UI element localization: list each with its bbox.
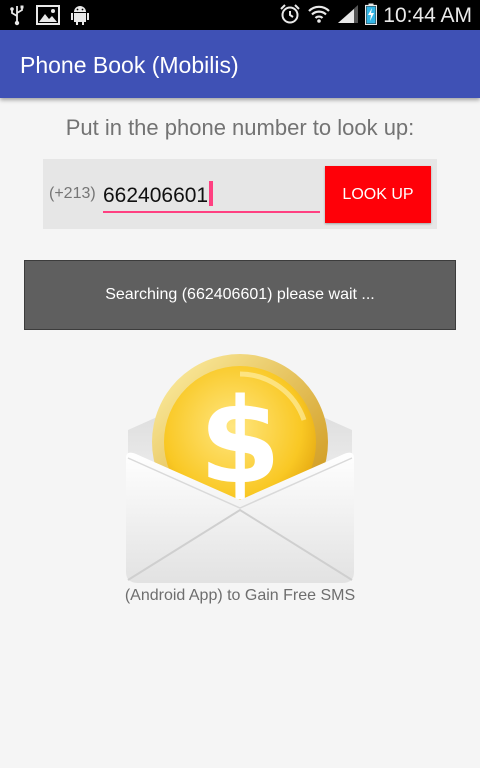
status-bar: 10:44 AM [0,0,480,30]
country-prefix: (+213) [49,185,96,202]
battery-charging-icon [365,3,378,29]
image-icon [36,5,60,29]
search-status-message: Searching (662406601) please wait ... [24,260,456,330]
text-cursor [209,181,214,206]
system-icons: 10:44 AM [279,3,472,29]
clock-time: 10:44 AM [383,4,472,27]
look-up-button[interactable]: LOOK UP [325,166,431,223]
alarm-icon [279,3,301,29]
app-bar: Phone Book (Mobilis) [0,30,480,98]
phone-number-value: 662406601 [103,184,209,207]
app-title: Phone Book (Mobilis) [20,52,239,78]
phone-number-input[interactable]: 662406601 [103,177,320,213]
lookup-form: (+213) 662406601 LOOK UP [43,159,437,229]
android-debug-icon [70,4,90,30]
notification-icons [8,4,90,30]
dollar-envelope-icon[interactable]: $ [124,350,356,585]
signal-icon [337,4,359,28]
promo-caption[interactable]: (Android App) to Gain Free SMS [0,587,480,605]
lookup-prompt: Put in the phone number to look up: [65,115,415,140]
wifi-icon [307,4,331,28]
usb-icon [8,4,26,30]
